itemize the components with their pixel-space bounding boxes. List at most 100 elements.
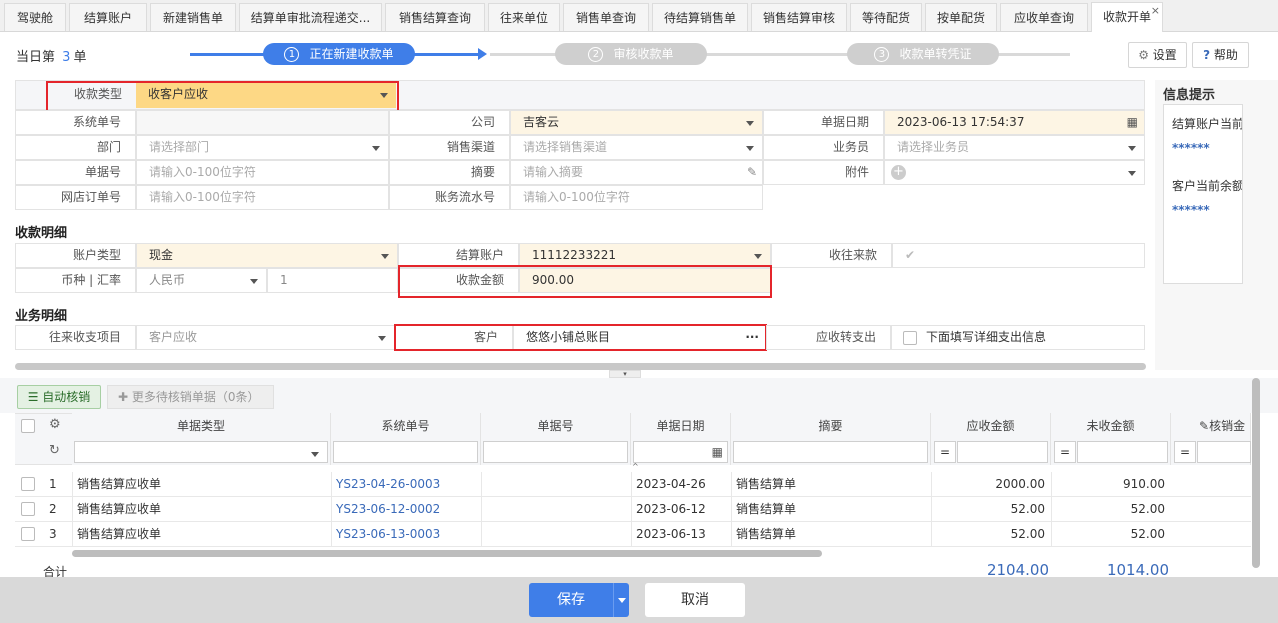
refresh-icon[interactable]: ↻ bbox=[49, 443, 60, 458]
business-section-title: 业务明细 bbox=[15, 309, 68, 324]
collapse-handle[interactable]: ▾ bbox=[609, 370, 641, 378]
bill-no-input[interactable]: 请输入0-100位字符 bbox=[136, 160, 389, 185]
item-select[interactable]: 客户应收 bbox=[136, 325, 395, 350]
shop-order-input[interactable]: 请输入0-100位字符 bbox=[136, 185, 389, 210]
auto-writeoff-button[interactable]: ☰ 自动核销 bbox=[17, 385, 101, 409]
chevron-down-icon bbox=[754, 254, 762, 259]
filter-type-select[interactable] bbox=[74, 441, 328, 463]
account-type-select[interactable]: 现金 bbox=[136, 243, 398, 268]
tab-settle-review[interactable]: 销售结算审核 bbox=[751, 3, 847, 31]
company-select[interactable]: 吉客云 bbox=[510, 110, 763, 135]
cell-sys-no[interactable]: YS23-06-13-0003 bbox=[331, 522, 481, 547]
select-all-checkbox[interactable] bbox=[21, 419, 35, 433]
tab-approval-flow[interactable]: 结算单审批流程递交... bbox=[239, 3, 382, 31]
cell-sys-no[interactable]: YS23-04-26-0003 bbox=[331, 472, 481, 497]
grid-scrollbar[interactable] bbox=[72, 550, 822, 557]
company-label: 公司 bbox=[389, 110, 510, 135]
channel-select[interactable]: 请选择销售渠道 bbox=[510, 135, 763, 160]
col-header-date[interactable]: 单据日期 bbox=[631, 413, 731, 439]
attachment-field[interactable]: + bbox=[884, 160, 1145, 185]
col-header-type[interactable]: 单据类型 bbox=[72, 413, 331, 439]
filter-sys-no-input[interactable] bbox=[333, 441, 478, 463]
col-header-summary[interactable]: 摘要 bbox=[731, 413, 931, 439]
auto-writeoff-label: 自动核销 bbox=[42, 390, 91, 404]
filter-receivable-input[interactable] bbox=[957, 441, 1048, 463]
tab-receipt-new[interactable]: 收款开单 × bbox=[1091, 2, 1163, 32]
chevron-down-icon bbox=[311, 452, 319, 457]
table-row[interactable]: 2 销售结算应收单 YS23-06-12-0002 2023-06-12 销售结算单 52… bbox=[15, 497, 1251, 522]
col-header-sys-no[interactable]: 系统单号 bbox=[331, 413, 481, 439]
salesman-select[interactable]: 请选择业务员 bbox=[884, 135, 1145, 160]
tab-ar-query[interactable]: 应收单查询 bbox=[1000, 3, 1088, 31]
edit-icon[interactable]: ✎ bbox=[747, 161, 757, 184]
system-no-label: 系统单号 bbox=[15, 110, 136, 135]
arrow-right-icon bbox=[478, 48, 487, 60]
flow-no-input[interactable]: 请输入0-100位字符 bbox=[510, 185, 763, 210]
rate-field: 1 bbox=[267, 268, 398, 293]
row-checkbox[interactable] bbox=[21, 477, 35, 491]
grid-vertical-scrollbar[interactable] bbox=[1252, 378, 1260, 568]
dept-select[interactable]: 请选择部门 bbox=[136, 135, 389, 160]
grid-body: 1 销售结算应收单 YS23-04-26-0003 2023-04-26 销售结算单 20… bbox=[15, 472, 1251, 547]
filter-unreceived-input[interactable] bbox=[1077, 441, 1168, 463]
settle-account-value: 11112233221 bbox=[532, 248, 616, 262]
filter-receivable-op[interactable]: = bbox=[934, 441, 956, 463]
filter-date-picker[interactable]: ▦ bbox=[633, 441, 728, 463]
close-icon[interactable]: × bbox=[1151, 3, 1160, 25]
form-scrollbar[interactable] bbox=[15, 363, 1146, 370]
summary-input[interactable]: 请输入摘要 ✎ bbox=[510, 160, 763, 185]
chevron-down-icon bbox=[1128, 146, 1136, 151]
tab-sales-query[interactable]: 销售单查询 bbox=[563, 3, 649, 31]
save-dropdown-button[interactable] bbox=[613, 583, 629, 617]
step-2-num: 2 bbox=[588, 47, 604, 62]
highlight-amount bbox=[398, 265, 772, 298]
currency-select[interactable]: 人民币 bbox=[136, 268, 267, 293]
tab-waiting-pick[interactable]: 等待配货 bbox=[850, 3, 922, 31]
list-icon: ☰ bbox=[27, 390, 39, 404]
tab-partners[interactable]: 往来单位 bbox=[488, 3, 560, 31]
gear-icon[interactable]: ⚙ bbox=[49, 417, 61, 432]
pencil-icon: ✎ bbox=[1199, 419, 1210, 433]
today-prefix: 当日第 bbox=[16, 50, 56, 65]
filter-writeoff-input[interactable] bbox=[1197, 441, 1251, 463]
tab-sales-settle-query[interactable]: 销售结算查询 bbox=[385, 3, 485, 31]
tab-settle-account[interactable]: 结算账户 bbox=[69, 3, 147, 31]
step-3-num: 3 bbox=[874, 47, 890, 62]
bill-date-picker[interactable]: 2023-06-13 17:54:37 ▦ bbox=[884, 110, 1145, 135]
table-row[interactable]: 1 销售结算应收单 YS23-04-26-0003 2023-04-26 销售结算单 20… bbox=[15, 472, 1251, 497]
account-type-label: 账户类型 bbox=[15, 243, 136, 268]
row-checkbox[interactable] bbox=[21, 502, 35, 516]
col-header-receivable[interactable]: 应收金额 bbox=[931, 413, 1051, 439]
bill-no-label: 单据号 bbox=[15, 160, 136, 185]
help-button[interactable]: ? 帮助 bbox=[1192, 42, 1249, 68]
filter-unreceived-op[interactable]: = bbox=[1054, 441, 1076, 463]
more-writeoff-label: 更多待核销单据 bbox=[131, 390, 216, 404]
tab-order-pick[interactable]: 按单配货 bbox=[925, 3, 997, 31]
filter-summary-input[interactable] bbox=[733, 441, 928, 463]
filter-writeoff-op[interactable]: = bbox=[1174, 441, 1196, 463]
col-header-bill-no[interactable]: 单据号 bbox=[481, 413, 631, 439]
table-row[interactable]: 3 销售结算应收单 YS23-06-13-0003 2023-06-13 销售结算单 52… bbox=[15, 522, 1251, 547]
save-button[interactable]: 保存 bbox=[529, 583, 613, 617]
check-icon[interactable]: ✔ bbox=[905, 248, 915, 262]
tab-pending-settle[interactable]: 待结算销售单 bbox=[652, 3, 748, 31]
settings-button[interactable]: ⚙ 设置 bbox=[1128, 42, 1187, 68]
col-header-writeoff[interactable]: ✎核销金 bbox=[1171, 413, 1251, 439]
today-suffix: 单 bbox=[73, 50, 87, 65]
tab-cockpit[interactable]: 驾驶舱 bbox=[4, 3, 66, 31]
cell-date: 2023-06-12 bbox=[631, 497, 731, 522]
more-writeoff-button[interactable]: ✚ 更多待核销单据（0条） bbox=[107, 385, 274, 409]
tab-new-sales[interactable]: 新建销售单 bbox=[150, 3, 236, 31]
flow-no-label: 账务流水号 bbox=[389, 185, 510, 210]
tab-receipt-new-label: 收款开单 bbox=[1102, 10, 1151, 24]
receive-ar-field: ✔ bbox=[892, 243, 1145, 268]
chevron-down-icon bbox=[618, 598, 626, 603]
cancel-button[interactable]: 取消 bbox=[645, 583, 745, 617]
filter-bill-no-input[interactable] bbox=[483, 441, 628, 463]
filter-summary-cell bbox=[731, 439, 931, 465]
fill-detail-checkbox[interactable] bbox=[903, 331, 917, 345]
add-attachment-icon[interactable]: + bbox=[891, 165, 906, 180]
col-header-unreceived[interactable]: 未收金额 bbox=[1051, 413, 1171, 439]
row-checkbox[interactable] bbox=[21, 527, 35, 541]
cell-sys-no[interactable]: YS23-06-12-0002 bbox=[331, 497, 481, 522]
